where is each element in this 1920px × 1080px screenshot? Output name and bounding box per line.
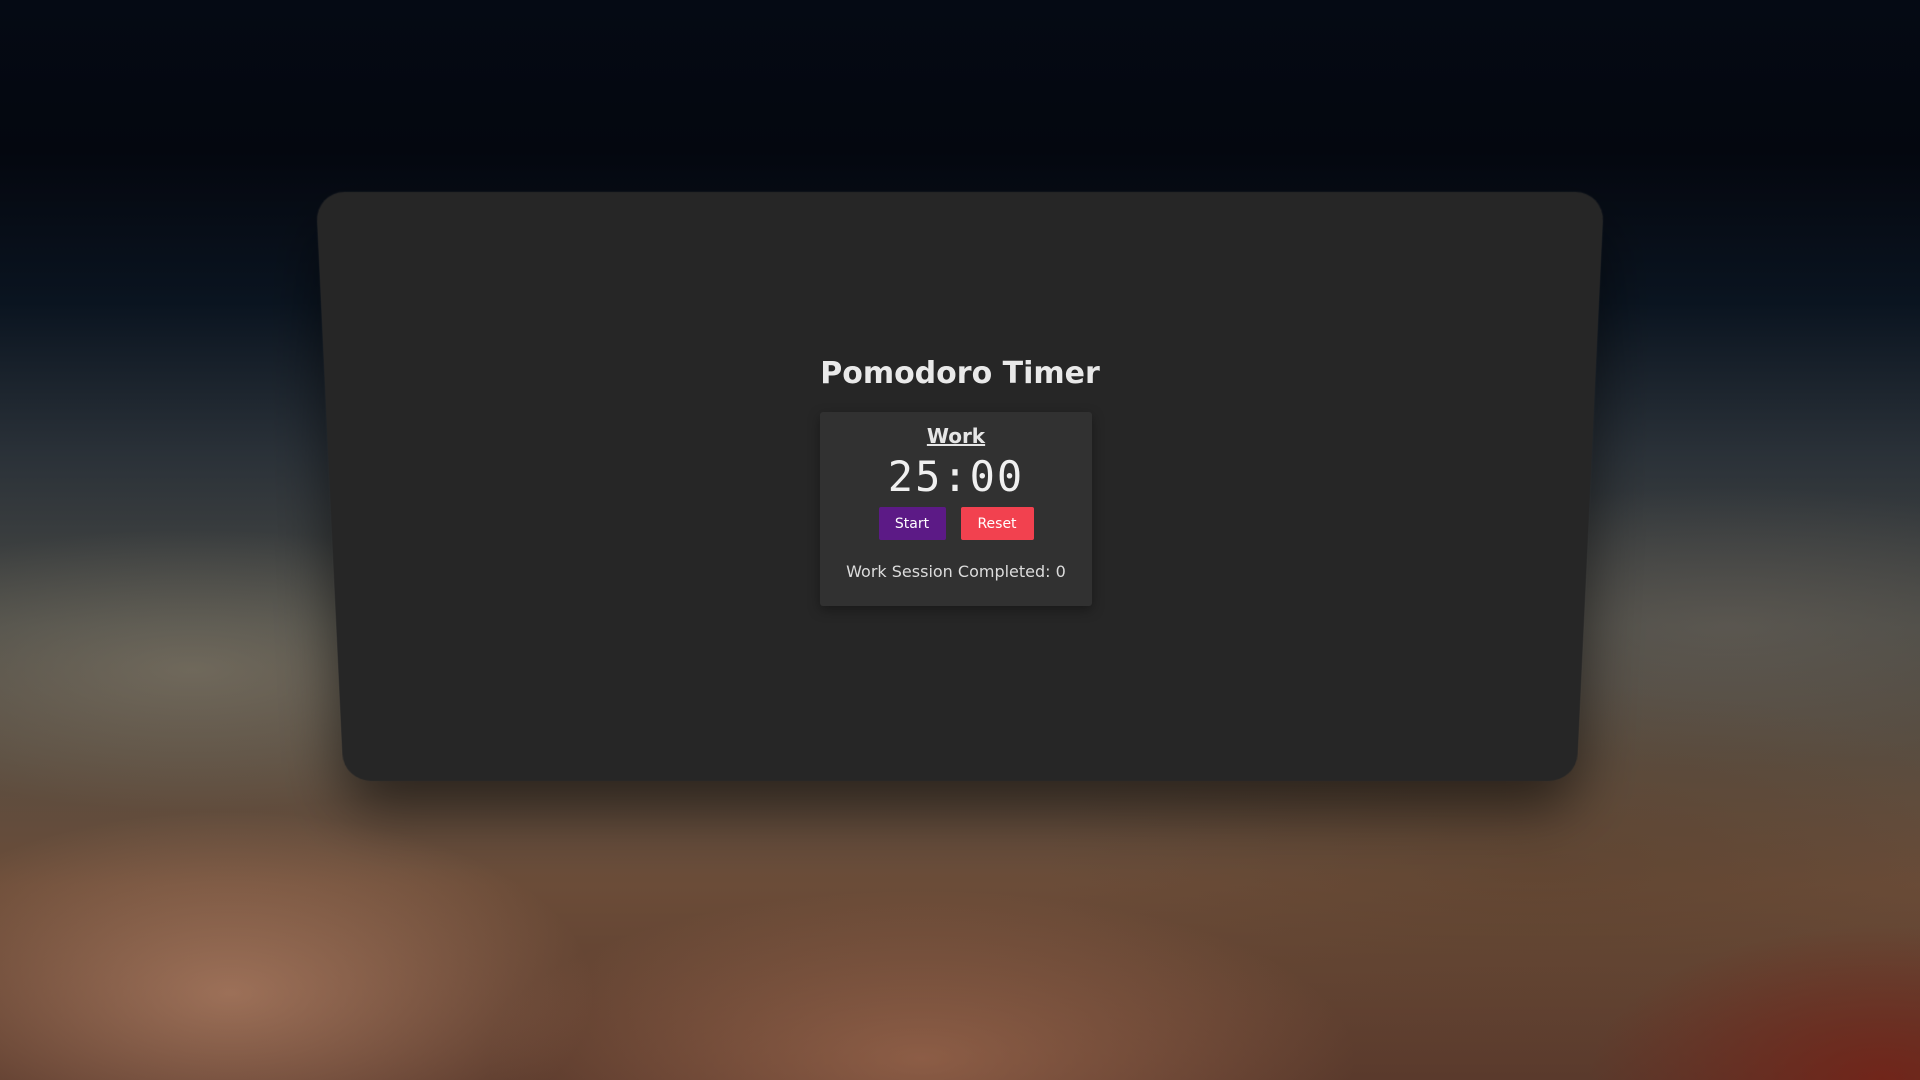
timer-controls: Start Reset <box>820 507 1092 540</box>
start-button[interactable]: Start <box>878 507 946 540</box>
page-title: Pomodoro Timer <box>820 356 1100 391</box>
mode-label[interactable]: Work <box>820 424 1092 448</box>
reset-button[interactable]: Reset <box>960 507 1034 540</box>
session-counter: Work Session Completed: 0 <box>846 562 1066 581</box>
countdown-display: 25:00 <box>887 452 1025 501</box>
timer-panel: Work 25:00 Start Reset Work Session Comp… <box>820 412 1092 606</box>
